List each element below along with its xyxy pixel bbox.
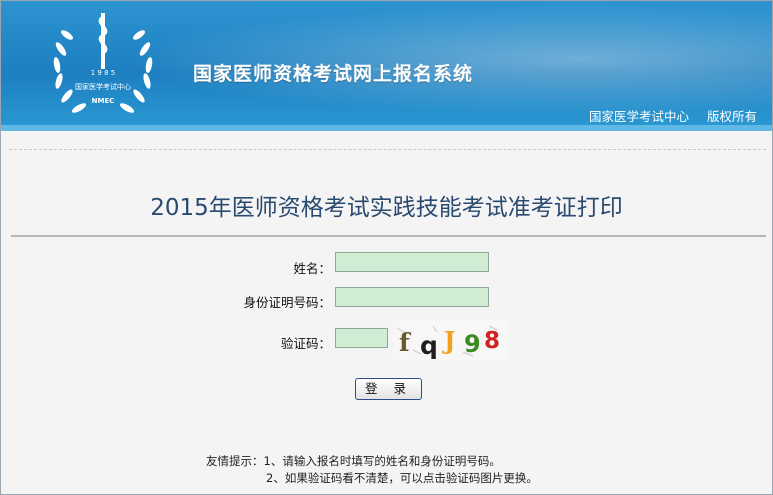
link-copyright[interactable]: 版权所有: [707, 109, 757, 124]
main-content: 2015年医师资格考试实践技能考试准考证打印 姓名： 身份证明号码： 验证码： …: [1, 132, 772, 494]
header-banner: 1 9 8 5 国家医学考试中心 NMEC 国家医师资格考试网上报名系统 国家医…: [1, 1, 772, 131]
id-number-label: 身份证明号码：: [243, 295, 331, 310]
captcha-char-5: 8: [484, 328, 500, 354]
captcha-char-4: 9: [464, 330, 481, 358]
name-input[interactable]: [335, 252, 489, 272]
svg-text:国家医学考试中心: 国家医学考试中心: [75, 82, 131, 91]
page-title: 2015年医师资格考试实践技能考试准考证打印: [150, 195, 623, 221]
tips-line-2: 2、如果验证码看不清楚，可以点击验证码图片更换。: [266, 471, 538, 485]
link-nmec[interactable]: 国家医学考试中心: [589, 109, 689, 124]
dashed-separator: [9, 149, 766, 150]
id-number-input[interactable]: [335, 287, 489, 307]
system-title-reflection: 国家医师资格考试网上报名系统: [193, 66, 474, 79]
captcha-image[interactable]: f q J 9 8: [393, 320, 509, 360]
svg-text:NMEC: NMEC: [92, 97, 115, 105]
login-button[interactable]: 登 录: [355, 378, 422, 400]
captcha-char-3: J: [442, 326, 455, 355]
title-divider: [11, 235, 766, 237]
header-links: 国家医学考试中心 版权所有: [575, 106, 757, 125]
svg-text:1 9 8 5: 1 9 8 5: [91, 69, 116, 77]
captcha-label: 验证码：: [280, 336, 331, 351]
captcha-char-2: q: [420, 331, 438, 360]
name-label: 姓名：: [293, 261, 331, 276]
nmec-logo: 1 9 8 5 国家医学考试中心 NMEC: [53, 13, 153, 113]
captcha-input[interactable]: [335, 328, 388, 348]
tips-line-1: 友情提示：1、请输入报名时填写的姓名和身份证明号码。: [206, 454, 501, 468]
window-frame: 1 9 8 5 国家医学考试中心 NMEC 国家医师资格考试网上报名系统 国家医…: [0, 0, 773, 495]
